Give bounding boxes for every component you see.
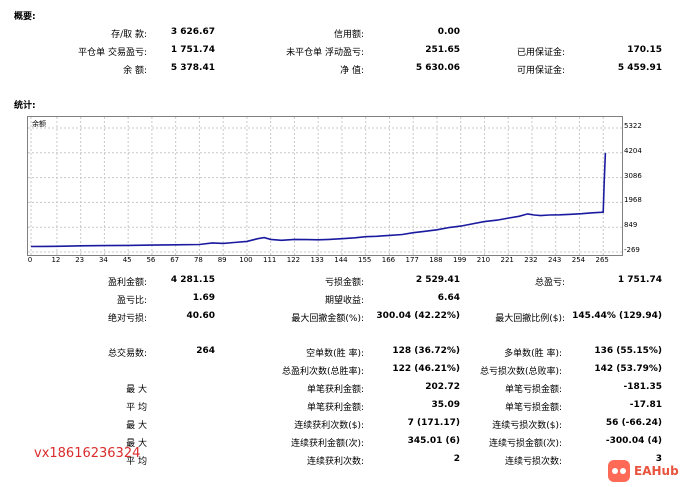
balance-chart: 余额 xyxy=(27,116,623,256)
summary-value: 5 459.91 xyxy=(617,63,662,73)
stat-label: 单笔获利金额: xyxy=(306,385,364,395)
stat-value: 4 281.15 xyxy=(170,275,215,285)
stat-value: 40.60 xyxy=(186,311,215,321)
stat-label: 连续亏损次数: xyxy=(504,457,562,467)
stat-label: 连续获利金额(次): xyxy=(290,439,364,449)
y-tick-label: 4204 xyxy=(624,146,642,155)
summary-label: 净 值: xyxy=(340,66,364,76)
phone-watermark: vx18616236324 xyxy=(34,446,141,461)
stat-label: 单笔获利金额: xyxy=(306,403,364,413)
stat-label: 连续亏损次数($): xyxy=(492,421,562,431)
stat-label: 多单数(胜 率): xyxy=(504,349,562,359)
y-tick-label: 5322 xyxy=(624,122,642,130)
y-tick-label: 3086 xyxy=(624,171,642,180)
summary-value: 0.00 xyxy=(437,27,460,37)
stat-label: 最 大 xyxy=(126,421,147,431)
stat-label: 总盈亏: xyxy=(534,278,565,288)
stat-value: 264 xyxy=(196,346,215,356)
stat-value: 6.64 xyxy=(437,293,460,303)
eahub-logo-icon xyxy=(608,460,630,482)
stat-label: 总亏损次数(总败率): xyxy=(479,367,562,377)
stat-value: 136 (55.15%) xyxy=(594,346,662,356)
stat-label: 空单数(胜 率): xyxy=(306,349,364,359)
summary-label: 未平仓单 浮动盈亏: xyxy=(286,48,364,58)
stat-value: 1.69 xyxy=(192,293,215,303)
stat-label: 平 均 xyxy=(126,403,147,413)
stat-label: 单笔亏损金额: xyxy=(504,403,562,413)
summary-value: 1 751.74 xyxy=(170,45,215,55)
stat-label: 连续获利次数($): xyxy=(294,421,364,431)
stats-section-title: 统计: xyxy=(14,101,36,111)
summary-label: 可用保证金: xyxy=(516,66,565,76)
stat-value: 3 xyxy=(655,454,662,464)
x-tick-label: 265 xyxy=(595,256,609,264)
summary-value: 5 378.41 xyxy=(170,63,215,73)
stat-value: -181.35 xyxy=(623,382,662,392)
stat-label: 连续亏损金额(次): xyxy=(488,439,562,449)
summary-label: 已用保证金: xyxy=(516,48,565,58)
stat-label: 亏损金额: xyxy=(324,278,364,288)
summary-value: 3 626.67 xyxy=(170,27,215,37)
y-tick-label: 1968 xyxy=(624,196,642,205)
chart-legend-label: 余额 xyxy=(32,119,46,128)
stat-label: 期望收益: xyxy=(324,296,364,306)
summary-section-title: 概要: xyxy=(14,12,36,22)
stat-value: -17.81 xyxy=(629,400,662,410)
y-tick-label: 849 xyxy=(624,221,638,230)
stat-value: 1 751.74 xyxy=(617,275,662,285)
stat-label: 连续获利次数: xyxy=(306,457,364,467)
stat-value: 142 (53.79%) xyxy=(594,364,662,374)
stat-label: 最 大 xyxy=(126,385,147,395)
stat-label: 最大回撤比例($): xyxy=(495,314,565,324)
stat-label: 最大回撤金额(%): xyxy=(291,314,364,324)
stat-label: 单笔亏损金额: xyxy=(504,385,562,395)
summary-label: 信用额: xyxy=(333,30,364,40)
stat-value: 145.44% (129.94) xyxy=(572,311,662,321)
summary-value: 170.15 xyxy=(627,45,662,55)
eahub-logo-text: EAHub xyxy=(634,464,679,478)
stat-label: 总盈利次数(总胜率): xyxy=(281,367,364,377)
stat-value: 56 (-66.24) xyxy=(605,418,662,428)
balance-chart-svg: 余额 xyxy=(28,117,622,255)
y-tick-label: -269 xyxy=(624,246,640,254)
stat-value: -300.04 (4) xyxy=(605,436,662,446)
